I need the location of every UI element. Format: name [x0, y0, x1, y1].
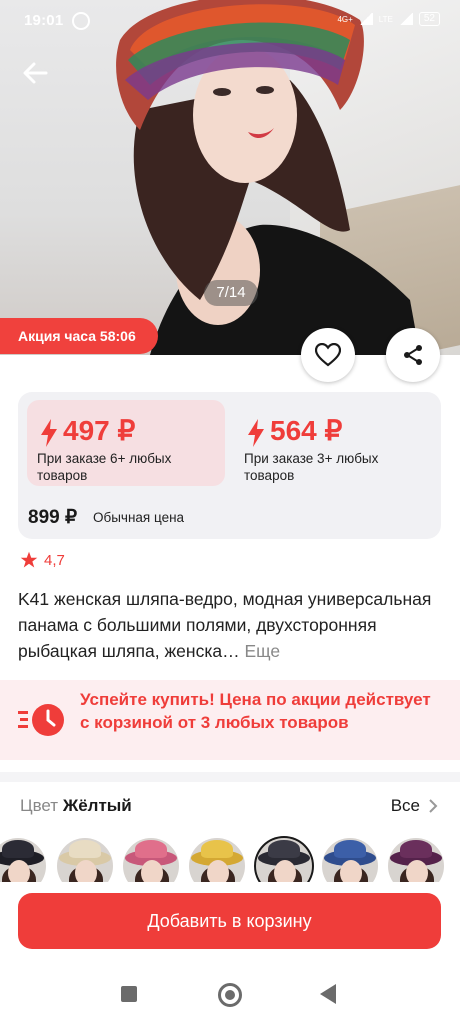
all-colors-link[interactable]: Все [391, 796, 438, 816]
hourly-promo-badge: Акция часа 58:06 [0, 318, 158, 354]
rating-value: 4,7 [44, 551, 65, 569]
signal-icon-2 [398, 13, 413, 25]
back-arrow-icon[interactable] [20, 58, 50, 88]
tier-condition: При заказе 6+ любых товаров [37, 451, 172, 483]
recent-apps-icon[interactable] [121, 986, 137, 1002]
status-icons: 4G+ LTE 52 [337, 12, 440, 26]
regular-price-label: Обычная цена [93, 510, 185, 525]
home-icon[interactable] [218, 983, 242, 1007]
color-value: Жёлтый [62, 796, 132, 815]
share-button[interactable] [386, 328, 440, 382]
color-swatch[interactable] [0, 838, 46, 882]
tier-price: 497 ₽ [63, 415, 136, 446]
add-to-cart-button[interactable]: Добавить в корзину [18, 893, 441, 949]
network-label: 4G+ [337, 14, 353, 24]
price-card: 497 ₽ При заказе 6+ любых товаров 564 ₽ … [18, 392, 441, 539]
section-divider [0, 772, 460, 782]
lightning-icon [248, 419, 264, 447]
tier-price: 564 ₽ [270, 415, 343, 446]
regular-price: 899 ₽ [28, 507, 78, 528]
color-swatch[interactable] [189, 838, 245, 882]
system-nav-bar [0, 966, 460, 1024]
chevron-right-icon [429, 799, 438, 813]
color-swatches [0, 836, 460, 882]
product-image-gallery[interactable]: 19:01 4G+ LTE 52 7/14 Акция часа 58:06 [0, 0, 460, 355]
heart-icon [315, 343, 341, 367]
favorite-button[interactable] [301, 328, 355, 382]
fast-clock-icon [18, 704, 64, 736]
signal-icon [358, 13, 373, 25]
color-swatch[interactable] [57, 838, 113, 882]
color-swatch[interactable] [388, 838, 444, 882]
color-label: Цвет [20, 796, 59, 815]
color-swatch[interactable] [123, 838, 179, 882]
price-tier-3plus[interactable]: 564 ₽ При заказе 3+ любых товаров [234, 400, 432, 486]
all-colors-label: Все [390, 796, 420, 815]
status-bar: 19:01 4G+ LTE 52 [0, 0, 460, 42]
color-swatch[interactable] [256, 838, 312, 882]
star-icon [20, 551, 38, 568]
whatsapp-icon [72, 12, 90, 30]
promo-banner: Успейте купить! Цена по акции действует … [0, 680, 460, 760]
color-swatch[interactable] [322, 838, 378, 882]
status-time: 19:01 [24, 12, 64, 29]
show-more-link[interactable]: Еще [244, 641, 280, 661]
battery-icon: 52 [418, 12, 440, 26]
promo-banner-text: Успейте купить! Цена по акции действует … [80, 690, 431, 732]
image-counter: 7/14 [204, 280, 258, 306]
product-title: K41 женская шляпа-ведро, модная универса… [18, 586, 438, 664]
product-rating[interactable]: 4,7 [20, 551, 65, 569]
color-selector-header: Цвет Жёлтый [20, 796, 132, 816]
back-triangle-icon[interactable] [320, 984, 336, 1004]
lightning-icon [41, 419, 57, 447]
product-title-text: K41 женская шляпа-ведро, модная универса… [18, 589, 432, 661]
lte-label: LTE [378, 14, 393, 24]
price-tier-6plus[interactable]: 497 ₽ При заказе 6+ любых товаров [27, 400, 225, 486]
tier-condition: При заказе 3+ любых товаров [244, 451, 379, 483]
share-icon [404, 345, 422, 365]
